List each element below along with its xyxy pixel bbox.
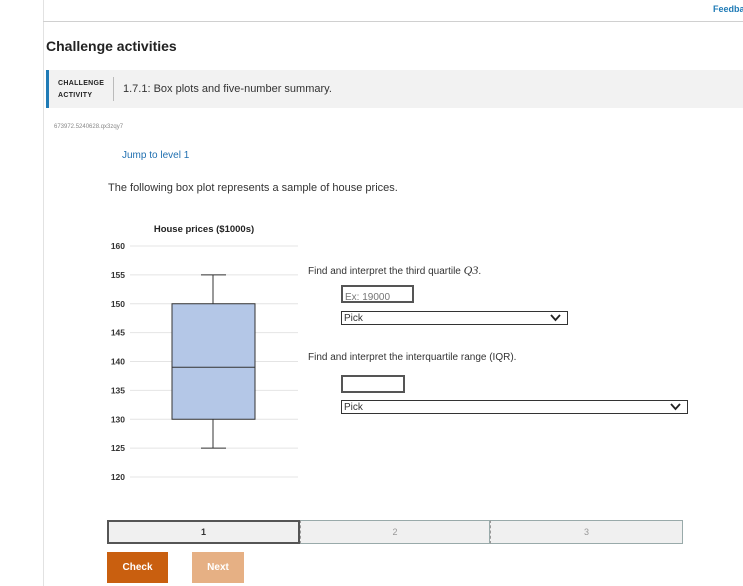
left-divider bbox=[43, 0, 44, 586]
feedback-link[interactable]: Feedba bbox=[713, 4, 743, 14]
next-button[interactable]: Next bbox=[192, 552, 244, 583]
jump-to-level-link[interactable]: Jump to level 1 bbox=[122, 150, 189, 161]
question-prompt: The following box plot represents a samp… bbox=[108, 182, 398, 194]
check-button[interactable]: Check bbox=[107, 552, 168, 583]
top-divider bbox=[43, 21, 743, 22]
question1-text: Find and interpret the third quartile Q3… bbox=[308, 263, 481, 278]
chevron-down-icon bbox=[550, 313, 561, 325]
y-tick-label: 125 bbox=[111, 443, 125, 453]
question1-text-suffix: . bbox=[478, 266, 482, 277]
question1-answer-field-frame bbox=[341, 285, 414, 305]
question1-variable: Q3 bbox=[463, 263, 479, 277]
chevron-down-icon bbox=[670, 402, 681, 414]
question1-interpretation-select[interactable]: Pick bbox=[341, 311, 568, 325]
question2-answer-field[interactable] bbox=[341, 375, 405, 393]
box-plot-chart: House prices ($1000s) 160 155 150 145 140 135… bbox=[111, 224, 298, 482]
question2-text: Find and interpret the interquartile ran… bbox=[308, 352, 517, 363]
question1-answer-field[interactable] bbox=[343, 290, 411, 305]
iqr-box bbox=[171, 303, 256, 420]
level-2-tab[interactable]: 2 bbox=[300, 520, 490, 544]
activity-tag-line1: CHALLENGE bbox=[58, 80, 105, 87]
question2-select-value: Pick bbox=[344, 402, 363, 413]
box-plot bbox=[171, 274, 256, 449]
y-tick-label: 145 bbox=[111, 328, 125, 338]
y-tick-label: 130 bbox=[111, 414, 125, 424]
question2-interpretation-select[interactable]: Pick bbox=[341, 400, 688, 414]
y-tick-label: 120 bbox=[111, 472, 125, 482]
activity-title: 1.7.1: Box plots and five-number summary… bbox=[123, 83, 332, 95]
activity-tag-line2: ACTIVITY bbox=[58, 92, 93, 99]
y-tick-label: 155 bbox=[111, 270, 125, 280]
activity-accent-bar bbox=[46, 70, 49, 108]
question1-text-prefix: Find and interpret the third quartile bbox=[308, 266, 464, 277]
level-3-tab[interactable]: 3 bbox=[490, 520, 683, 544]
activity-id: 673972.5240628.qx3zqy7 bbox=[54, 124, 124, 130]
activity-header: CHALLENGE ACTIVITY 1.7.1: Box plots and … bbox=[46, 70, 743, 108]
chart-title: House prices ($1000s) bbox=[154, 224, 254, 235]
y-tick-label: 140 bbox=[111, 357, 125, 367]
y-tick-label: 160 bbox=[111, 241, 125, 251]
y-tick-label: 135 bbox=[111, 385, 125, 395]
section-heading: Challenge activities bbox=[46, 38, 177, 54]
level-1-tab[interactable]: 1 bbox=[107, 520, 300, 544]
question1-select-value: Pick bbox=[344, 313, 363, 324]
activity-tag-divider bbox=[113, 77, 114, 101]
y-axis-ticks: 160 155 150 145 140 135 130 125 120 bbox=[111, 241, 125, 482]
y-tick-label: 150 bbox=[111, 299, 125, 309]
